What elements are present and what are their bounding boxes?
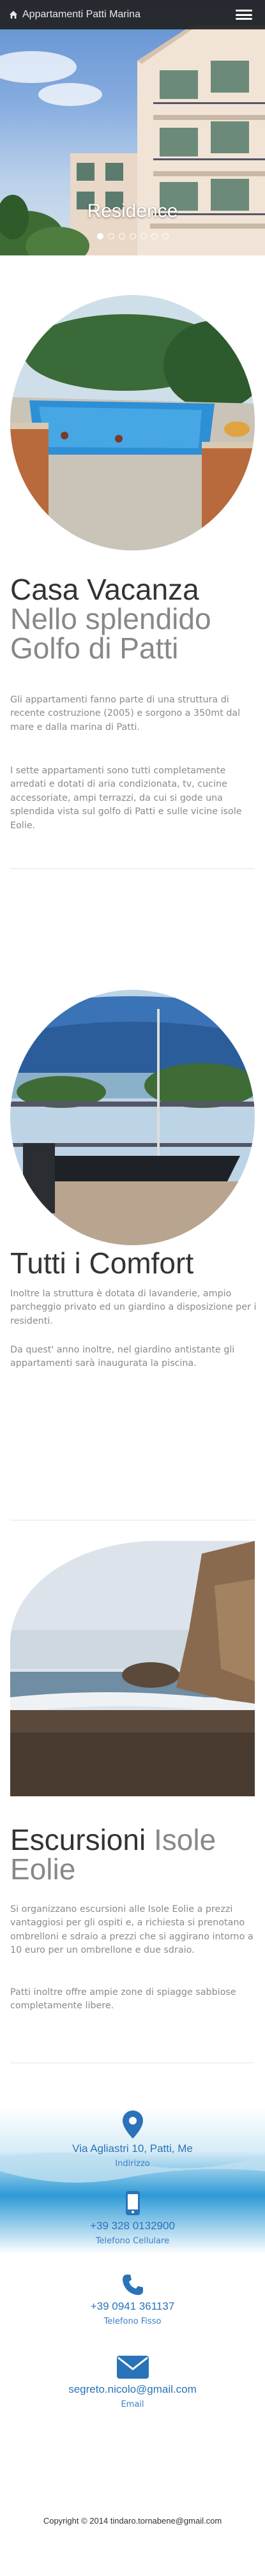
section-paragraph: Si organizzano escursioni alle Isole Eol… xyxy=(10,1904,254,1956)
section-subtitle: Nello splendido Golfo di Patti xyxy=(10,602,211,665)
hero-carousel[interactable]: Residence xyxy=(0,0,265,255)
navbar: Appartamenti Patti Marina xyxy=(0,0,265,29)
hero-caption: Residence xyxy=(87,201,178,222)
carousel-dot[interactable] xyxy=(162,233,169,239)
terrace-photo xyxy=(10,990,255,1245)
brand-link[interactable]: Appartamenti Patti Marina xyxy=(9,9,140,20)
carousel-dot[interactable] xyxy=(118,233,125,239)
contact-address: Via Agliastri 10, Patti, Me Indirizzo xyxy=(0,2110,265,2169)
section-title: Casa Vacanza xyxy=(10,573,199,606)
section-paragraph: Gli appartamenti fanno parte di una stru… xyxy=(10,695,241,732)
section-heading: Casa Vacanza Nello splendido Golfo di Pa… xyxy=(10,575,259,663)
carousel-indicators xyxy=(0,233,265,239)
beach-photo xyxy=(10,1541,255,1796)
carousel-dot[interactable] xyxy=(96,233,103,239)
section-title: Tutti i Comfort xyxy=(10,1246,194,1280)
section-heading: Escursioni Isole Eolie xyxy=(10,1825,259,1884)
footer-copyright: Copyright © 2014 tindaro.tornabene@gmail… xyxy=(43,2516,222,2526)
section-paragraph: I sette appartamenti sono tutti completa… xyxy=(10,766,242,831)
contact-label: Indirizzo xyxy=(115,2159,150,2169)
section-title: Escursioni xyxy=(10,1823,146,1856)
phone-icon xyxy=(122,2275,143,2295)
hamburger-menu-icon[interactable] xyxy=(236,8,252,22)
contact-label: Telefono Cellulare xyxy=(95,2236,170,2246)
address-link[interactable]: Via Agliastri 10, Patti, Me xyxy=(0,2142,265,2155)
landline-phone-link[interactable]: +39 0941 361137 xyxy=(0,2300,265,2313)
section-divider xyxy=(10,868,255,869)
brand-name: Appartamenti Patti Marina xyxy=(22,9,140,20)
email-link[interactable]: segreto.nicolo@gmail.com xyxy=(0,2383,265,2396)
contact-mobile: +39 328 0132900 Telefono Cellulare xyxy=(0,2190,265,2246)
carousel-dot[interactable] xyxy=(140,233,147,239)
contact-landline: +39 0941 361137 Telefono Fisso xyxy=(0,2273,265,2326)
section-paragraph: Patti inoltre offre ampie zone di spiagg… xyxy=(10,1987,236,2012)
contact-label: Telefono Fisso xyxy=(103,2317,162,2326)
contact-email: segreto.nicolo@gmail.com Email xyxy=(0,2355,265,2409)
carousel-dot[interactable] xyxy=(107,233,114,239)
mobile-phone-icon xyxy=(125,2191,140,2215)
carousel-dot[interactable] xyxy=(129,233,136,239)
pool-photo xyxy=(10,295,255,550)
mobile-phone-link[interactable]: +39 328 0132900 xyxy=(0,2220,265,2232)
section-heading: Tutti i Comfort xyxy=(10,1248,259,1278)
home-icon xyxy=(9,10,18,19)
contact-label: Email xyxy=(121,2400,144,2409)
envelope-icon xyxy=(116,2356,149,2379)
map-marker-icon xyxy=(122,2110,143,2139)
section-paragraph: Inoltre la struttura è dotata di lavande… xyxy=(10,1289,257,1326)
carousel-dot[interactable] xyxy=(151,233,158,239)
section-paragraph: Da quest' anno inoltre, nel giardino ant… xyxy=(10,1345,235,1369)
